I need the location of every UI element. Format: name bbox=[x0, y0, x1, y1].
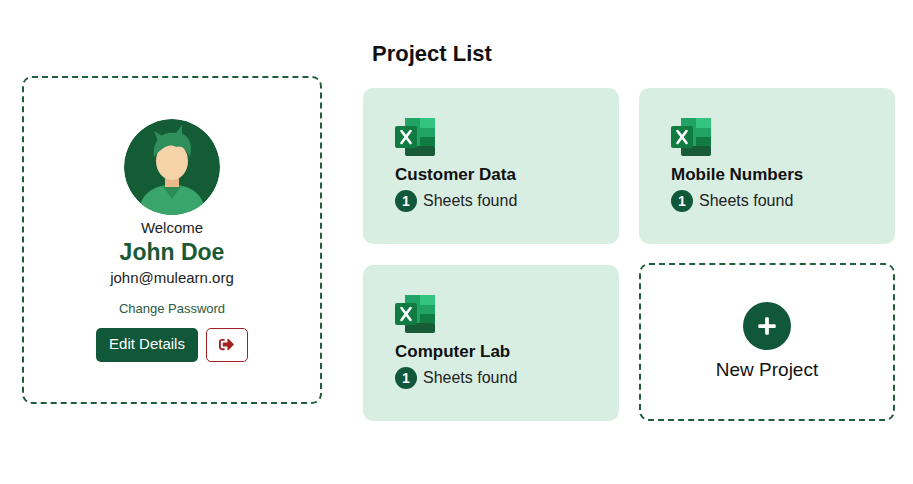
new-project-card[interactable]: New Project bbox=[639, 263, 895, 421]
count-label: Sheets found bbox=[699, 189, 793, 213]
logout-icon bbox=[219, 337, 234, 352]
sheet-count: 1 Sheets found bbox=[671, 189, 883, 213]
new-project-label: New Project bbox=[716, 358, 818, 382]
count-label: Sheets found bbox=[423, 189, 517, 213]
sheet-count: 1 Sheets found bbox=[395, 366, 607, 390]
count-badge: 1 bbox=[395, 190, 417, 212]
user-name: John Doe bbox=[120, 237, 225, 267]
change-password-link[interactable]: Change Password bbox=[119, 300, 225, 318]
welcome-text: Welcome bbox=[141, 219, 203, 237]
excel-icon bbox=[671, 118, 711, 156]
sheet-count: 1 Sheets found bbox=[395, 189, 607, 213]
project-card[interactable]: Customer Data 1 Sheets found bbox=[363, 88, 619, 244]
count-badge: 1 bbox=[395, 367, 417, 389]
avatar-icon bbox=[124, 119, 220, 215]
user-email: john@mulearn.org bbox=[110, 267, 234, 289]
count-label: Sheets found bbox=[423, 366, 517, 390]
project-name: Computer Lab bbox=[395, 341, 607, 363]
project-name: Customer Data bbox=[395, 164, 607, 186]
project-grid: Customer Data1Sheets foundMobile Numbers… bbox=[363, 88, 895, 421]
logout-button[interactable] bbox=[206, 328, 248, 362]
project-list-title: Project List bbox=[372, 40, 895, 68]
action-row: Edit Details bbox=[96, 328, 248, 362]
excel-icon bbox=[395, 295, 435, 333]
project-card[interactable]: Mobile Numbers 1 Sheets found bbox=[639, 88, 895, 244]
excel-icon bbox=[395, 118, 435, 156]
count-badge: 1 bbox=[671, 190, 693, 212]
edit-details-button[interactable]: Edit Details bbox=[96, 328, 198, 362]
project-card[interactable]: Computer Lab 1 Sheets found bbox=[363, 265, 619, 421]
profile-card: WelcomeJohn Doejohn@mulearn.org Change Pa… bbox=[22, 76, 322, 404]
project-name: Mobile Numbers bbox=[671, 164, 883, 186]
plus-icon bbox=[743, 302, 791, 350]
project-section: Project ListCustomer Data1Sheets foundMo… bbox=[363, 0, 895, 484]
page: WelcomeJohn Doejohn@mulearn.org Change Pa… bbox=[0, 0, 913, 484]
